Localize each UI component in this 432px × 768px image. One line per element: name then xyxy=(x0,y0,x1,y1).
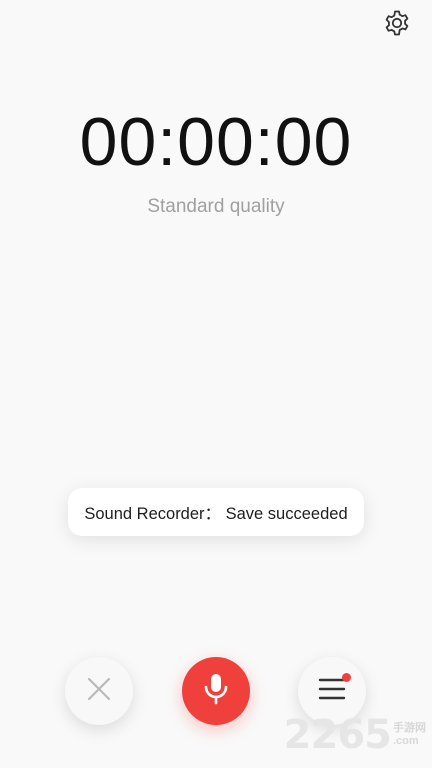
quality-label[interactable]: Standard quality xyxy=(0,196,432,218)
save-toast: Sound Recorder： Save succeeded xyxy=(68,488,364,536)
gear-icon xyxy=(383,9,411,42)
microphone-icon xyxy=(202,672,230,711)
elapsed-time: 00:00:00 xyxy=(79,104,353,180)
toast-message: Sound Recorder： Save succeeded xyxy=(84,505,348,523)
watermark-suffix-top: 手游网 xyxy=(393,722,426,734)
watermark-suffix: 手游网 .com xyxy=(393,722,426,748)
cancel-button[interactable] xyxy=(65,657,133,725)
settings-button[interactable] xyxy=(382,10,412,40)
close-icon xyxy=(86,676,112,707)
menu-list-icon xyxy=(318,677,346,706)
watermark-suffix-bottom: .com xyxy=(393,735,419,747)
site-watermark: 2265 手游网 .com xyxy=(284,712,426,758)
record-button[interactable] xyxy=(182,657,250,725)
notification-badge xyxy=(342,673,351,682)
watermark-number: 2265 xyxy=(283,712,392,758)
recorder-screen: 00:00:00 Standard quality Sound Recorder… xyxy=(0,0,432,768)
